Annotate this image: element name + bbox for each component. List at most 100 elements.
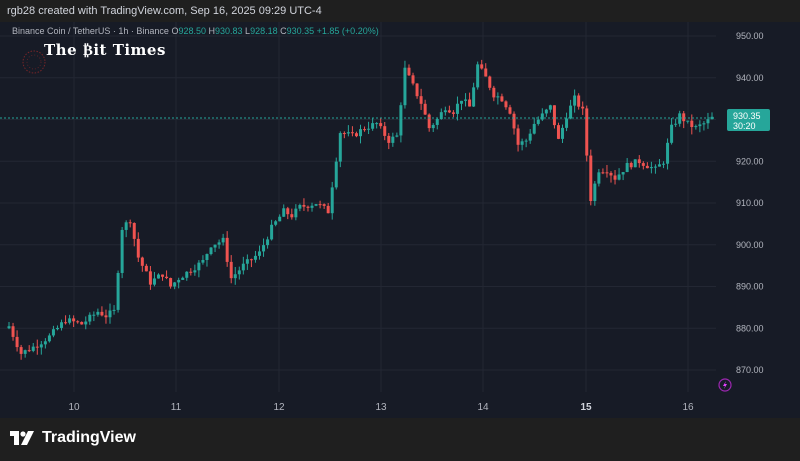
candle-body [294, 208, 298, 218]
candle-body [104, 315, 108, 318]
last-price-tag: 930.35 30:20 [727, 109, 770, 132]
candle-body [443, 110, 447, 113]
candle-body [35, 346, 39, 348]
time-axis[interactable]: 10 11 12 13 14 15 16 [68, 402, 694, 413]
change-value: +1.85 (+0.20%) [316, 26, 379, 36]
candle-body [455, 103, 459, 114]
candlestick-chart[interactable]: 870.00 880.00 890.00 900.00 910.00 920.00 930.… [0, 22, 800, 418]
candle-body [15, 336, 19, 348]
candle-body [686, 120, 690, 122]
price-axis[interactable]: 870.00 880.00 890.00 900.00 910.00 920.00 930.… [736, 31, 764, 375]
candle-body [565, 118, 569, 128]
candle-body [447, 110, 451, 113]
x-tick-label: 11 [171, 402, 182, 413]
candle-body [201, 260, 205, 263]
candle-body [645, 165, 649, 169]
candle-body [601, 172, 605, 174]
candle-body [165, 276, 169, 279]
candle-body [278, 216, 282, 222]
candle-body [217, 242, 221, 245]
candle-body [350, 132, 354, 134]
candle-body [322, 204, 326, 206]
candle-body [286, 208, 290, 215]
candle-body [492, 87, 496, 98]
y-tick-label: 920.00 [736, 156, 764, 166]
candle-body [480, 64, 484, 69]
candle-body [524, 140, 528, 142]
candle-body [548, 105, 552, 110]
candle-body [132, 222, 136, 239]
candle-body [464, 99, 468, 101]
candle-body [342, 133, 346, 135]
tradingview-logo-icon [10, 431, 34, 445]
candle-body [148, 271, 152, 285]
candle-body [346, 132, 350, 134]
candle-body [306, 206, 310, 208]
y-tick-label: 870.00 [736, 365, 764, 375]
candle-body [371, 123, 375, 129]
x-tick-label: 12 [273, 402, 285, 413]
candle-body [427, 114, 431, 129]
candle-body [657, 164, 661, 167]
candle-body [144, 265, 148, 272]
y-tick-label: 900.00 [736, 240, 764, 250]
low-value: 928.18 [250, 26, 278, 36]
candle-body [395, 135, 399, 137]
candle-body [528, 133, 532, 141]
candle-body [64, 322, 68, 324]
candle-body [468, 99, 472, 107]
candle-body [577, 95, 581, 107]
candle-body [516, 128, 520, 145]
candle-body [116, 272, 120, 310]
candle-body [221, 237, 225, 243]
candle-body [698, 124, 702, 127]
open-value: 928.50 [178, 26, 206, 36]
candle-body [585, 108, 589, 156]
candle-body [609, 172, 613, 176]
candle-body [625, 162, 629, 173]
candle-body [96, 311, 100, 315]
candle-body [185, 271, 189, 278]
candle-body [197, 262, 201, 271]
x-tick-label: 13 [375, 402, 387, 413]
candle-body [573, 95, 577, 106]
candle-body [314, 204, 318, 206]
candle-body [411, 75, 415, 84]
candle-body [500, 96, 504, 102]
candle-body [233, 274, 237, 279]
tradingview-brand[interactable]: TradingView [10, 429, 136, 447]
candle-body [302, 204, 306, 207]
y-tick-label: 880.00 [736, 323, 764, 333]
candle-body [435, 119, 439, 125]
candle-body [330, 187, 334, 214]
candle-body [561, 127, 565, 139]
candle-body [338, 133, 342, 162]
candle-body [84, 321, 88, 325]
candle-body [508, 107, 512, 114]
lightning-icon[interactable] [718, 378, 732, 392]
candle-body [641, 163, 645, 166]
y-tick-label: 940.00 [736, 73, 764, 83]
candle-body [403, 67, 407, 106]
candle-body [593, 183, 597, 202]
candle-body [181, 277, 185, 280]
candle-body [387, 135, 391, 143]
y-tick-label: 950.00 [736, 31, 764, 41]
candle-body [536, 119, 540, 124]
candle-body [112, 309, 116, 311]
candle-body [544, 109, 548, 114]
candle-body [108, 310, 112, 318]
y-tick-label: 910.00 [736, 198, 764, 208]
candle-body [391, 136, 395, 143]
candle-body [706, 119, 710, 124]
candle-body [589, 155, 593, 202]
candle-body [213, 244, 217, 248]
candle-body [682, 113, 686, 122]
candle-body [399, 105, 403, 136]
candle-body [209, 247, 213, 255]
candle-body [310, 205, 314, 208]
x-tick-label: 15 [580, 402, 592, 413]
candle-body [472, 87, 476, 107]
candle-body [47, 335, 51, 342]
candle-body [484, 68, 488, 77]
